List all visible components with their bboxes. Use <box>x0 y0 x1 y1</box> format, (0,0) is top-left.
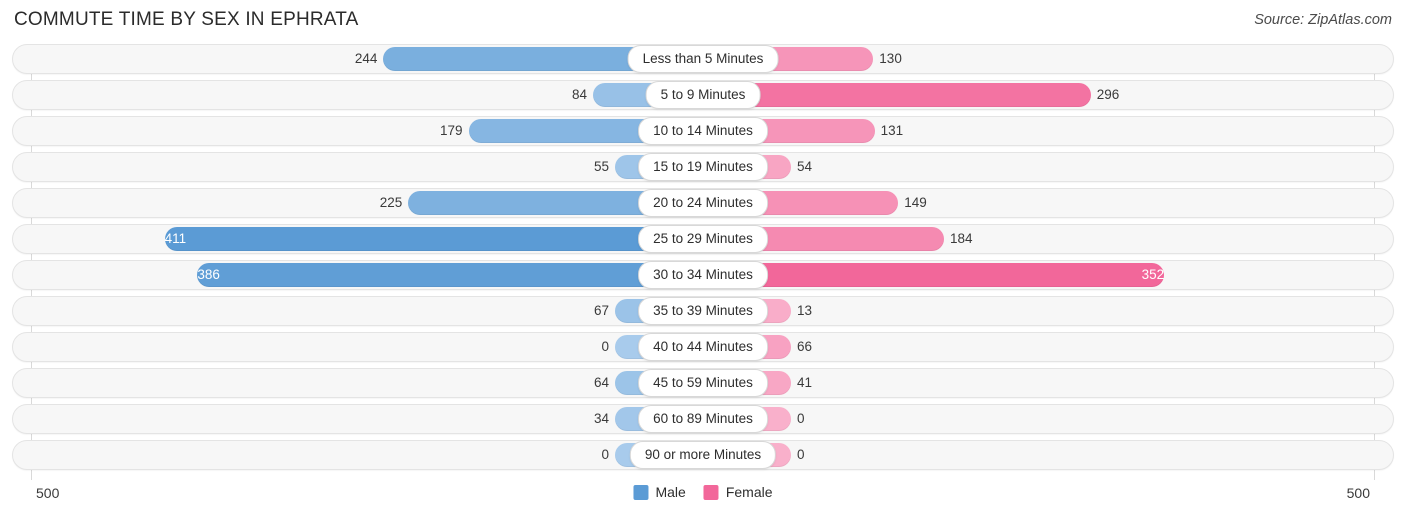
value-label-male: 64 <box>593 375 609 390</box>
legend-item[interactable]: Female <box>703 484 773 500</box>
value-label-male: 34 <box>593 411 609 426</box>
value-label-male: 84 <box>571 87 587 102</box>
category-label: Less than 5 Minutes <box>627 45 779 73</box>
category-label: 90 or more Minutes <box>629 441 777 469</box>
value-label-female: 13 <box>797 303 813 318</box>
value-label-male: 225 <box>379 195 403 210</box>
legend-item[interactable]: Male <box>633 484 686 500</box>
page-title: COMMUTE TIME BY SEX IN EPHRATA <box>14 9 359 30</box>
chart-container: COMMUTE TIME BY SEX IN EPHRATA Source: Z… <box>0 0 1406 522</box>
category-label: 25 to 29 Minutes <box>638 225 768 253</box>
legend-swatch-icon <box>703 484 719 500</box>
category-label: 60 to 89 Minutes <box>638 405 768 433</box>
table-row: 0 66 40 to 44 Minutes <box>0 332 1406 362</box>
chart-legend: Male Female <box>633 484 773 500</box>
value-label-female: 184 <box>950 231 973 246</box>
table-row: 0 0 90 or more Minutes <box>0 440 1406 470</box>
table-row: 55 54 15 to 19 Minutes <box>0 152 1406 182</box>
value-label-female: 0 <box>797 447 805 462</box>
value-label-female: 131 <box>880 123 904 138</box>
value-label-female: 54 <box>797 159 813 174</box>
value-label-male: 0 <box>601 339 609 354</box>
bar-female[interactable] <box>703 83 1091 107</box>
value-label-female: 149 <box>904 195 927 210</box>
value-label-female: 296 <box>1096 87 1120 102</box>
value-label-male: 67 <box>593 303 609 318</box>
value-label-female: 352 <box>1141 267 1165 282</box>
value-label-female: 0 <box>797 411 805 426</box>
chart-header: COMMUTE TIME BY SEX IN EPHRATA Source: Z… <box>0 0 1406 40</box>
value-label-male: 0 <box>601 447 609 462</box>
table-row: 225 149 20 to 24 Minutes <box>0 188 1406 218</box>
table-row: 84 296 5 to 9 Minutes <box>0 80 1406 110</box>
value-label-female: 41 <box>797 375 813 390</box>
category-label: 45 to 59 Minutes <box>638 369 768 397</box>
value-label-male: 411 <box>164 231 187 246</box>
value-label-male: 386 <box>197 267 220 282</box>
axis-min-label: 500 <box>36 485 60 501</box>
table-row: 34 0 60 to 89 Minutes <box>0 404 1406 434</box>
table-row: 64 41 45 to 59 Minutes <box>0 368 1406 398</box>
table-row: 386 352 30 to 34 Minutes <box>0 260 1406 290</box>
legend-label: Male <box>655 484 686 500</box>
category-label: 5 to 9 Minutes <box>645 81 761 109</box>
value-label-female: 130 <box>879 51 902 66</box>
value-label-male: 179 <box>439 123 463 138</box>
table-row: 67 13 35 to 39 Minutes <box>0 296 1406 326</box>
value-label-male: 55 <box>593 159 609 174</box>
category-label: 10 to 14 Minutes <box>638 117 768 145</box>
bar-rows: 244 130 Less than 5 Minutes 84 296 5 to 9 Min… <box>0 44 1406 480</box>
value-label-female: 66 <box>797 339 813 354</box>
category-label: 20 to 24 Minutes <box>638 189 768 217</box>
source-attribution: Source: ZipAtlas.com <box>1254 12 1392 28</box>
category-label: 15 to 19 Minutes <box>638 153 768 181</box>
axis-max-label: 500 <box>1346 485 1370 501</box>
category-label: 40 to 44 Minutes <box>638 333 768 361</box>
chart-footer: 500 500 Male Female <box>0 482 1406 516</box>
legend-swatch-icon <box>633 484 649 500</box>
plot-area: 244 130 Less than 5 Minutes 84 296 5 to 9 Min… <box>0 44 1406 480</box>
value-label-male: 244 <box>354 51 378 66</box>
table-row: 179 131 10 to 14 Minutes <box>0 116 1406 146</box>
category-label: 30 to 34 Minutes <box>638 261 768 289</box>
legend-label: Female <box>725 484 773 500</box>
table-row: 411 184 25 to 29 Minutes <box>0 224 1406 254</box>
table-row: 244 130 Less than 5 Minutes <box>0 44 1406 74</box>
category-label: 35 to 39 Minutes <box>638 297 768 325</box>
